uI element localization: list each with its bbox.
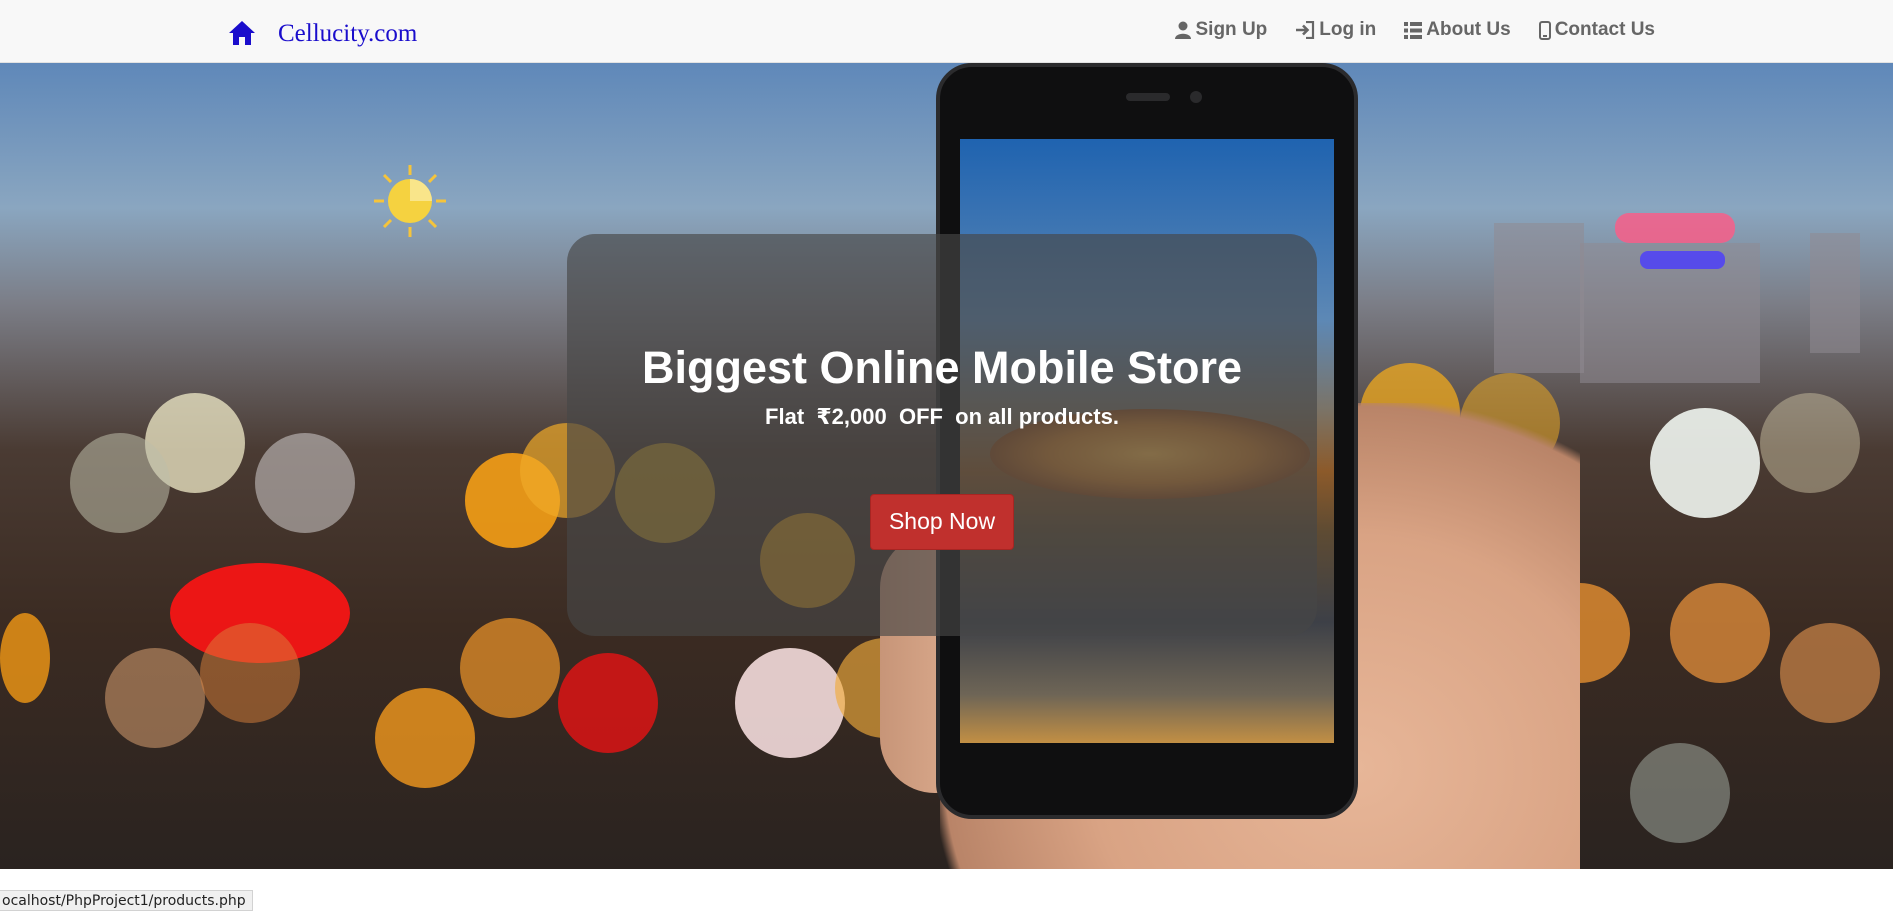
sun-icon xyxy=(374,165,446,237)
nav-about-us-label: About Us xyxy=(1426,19,1511,40)
hero-title: Biggest Online Mobile Store xyxy=(641,342,1243,393)
nav-sign-up[interactable]: Sign Up xyxy=(1174,19,1268,41)
phone-speaker xyxy=(1126,93,1170,101)
bokeh-light xyxy=(105,648,205,748)
nav-about-us[interactable]: About Us xyxy=(1404,19,1511,41)
status-bar-url: ocalhost/PhpProject1/products.php xyxy=(0,890,253,911)
nav-sign-up-label: Sign Up xyxy=(1195,19,1268,40)
hero-banner: Biggest Online Mobile Store Flat ₹2,000 … xyxy=(0,63,1893,869)
background-building xyxy=(1494,223,1584,373)
hero-subtitle: Flat ₹2,000 OFF on all products. xyxy=(765,404,1119,429)
phone-camera xyxy=(1190,91,1202,103)
bokeh-light xyxy=(255,433,355,533)
bokeh-light xyxy=(70,433,170,533)
nav-contact-us[interactable]: Contact Us xyxy=(1538,19,1655,41)
hero-caption-panel: Biggest Online Mobile Store Flat ₹2,000 … xyxy=(567,234,1317,636)
bokeh-light xyxy=(0,613,50,703)
nav-contact-us-label: Contact Us xyxy=(1554,19,1655,40)
bokeh-light xyxy=(735,648,845,758)
list-icon xyxy=(1404,21,1423,39)
bokeh-light xyxy=(460,618,560,718)
user-icon xyxy=(1174,21,1191,39)
login-icon xyxy=(1296,21,1315,39)
mobile-icon xyxy=(1538,20,1551,40)
shop-now-button[interactable]: Shop Now xyxy=(870,494,1014,550)
bokeh-light xyxy=(1670,583,1770,683)
navbar: Cellucity.com Sign Up Log in About Us Co… xyxy=(0,0,1893,63)
home-icon[interactable] xyxy=(228,20,256,46)
bokeh-light xyxy=(1650,408,1760,518)
neon-sign xyxy=(1640,251,1725,269)
bokeh-light xyxy=(375,688,475,788)
nav-log-in[interactable]: Log in xyxy=(1295,19,1376,41)
background-building xyxy=(1810,233,1860,353)
bokeh-light xyxy=(558,653,658,753)
nav-links: Sign Up Log in About Us Contact Us xyxy=(1174,19,1655,41)
neon-sign xyxy=(1615,213,1735,243)
bokeh-light xyxy=(1630,743,1730,843)
bokeh-light xyxy=(1780,623,1880,723)
brand-name[interactable]: Cellucity.com xyxy=(278,20,417,48)
nav-log-in-label: Log in xyxy=(1319,19,1377,40)
bokeh-light xyxy=(200,623,300,723)
bokeh-light xyxy=(1760,393,1860,493)
brand[interactable]: Cellucity.com xyxy=(228,18,417,48)
